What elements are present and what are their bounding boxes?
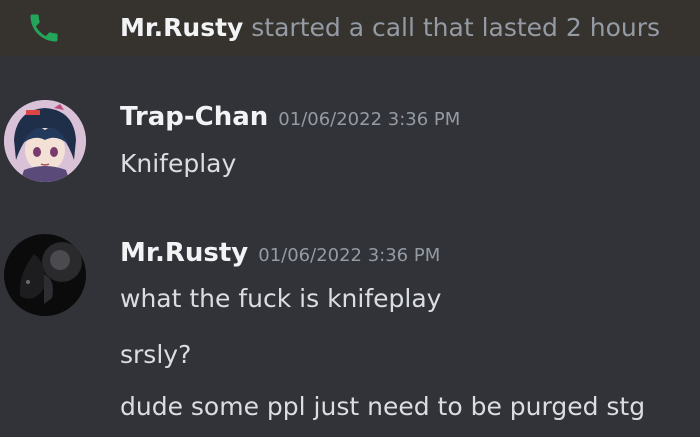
avatar[interactable] (4, 100, 86, 182)
timestamp: 01/06/2022 3:36 PM (278, 109, 461, 130)
message-text: what the fuck is knifeplay (120, 284, 442, 313)
chat-window: Mr.Rusty started a call that lasted 2 ho… (0, 0, 700, 437)
message-group: Trap-Chan 01/06/2022 3:36 PM Knifeplay (0, 56, 700, 206)
message-header: Trap-Chan 01/06/2022 3:36 PM (120, 102, 460, 132)
call-username[interactable]: Mr.Rusty (120, 13, 243, 42)
dark-avatar-image (4, 234, 86, 316)
avatar[interactable] (4, 234, 86, 316)
message-text: dude some ppl just need to be purged stg (120, 392, 646, 421)
username[interactable]: Trap-Chan (120, 102, 268, 132)
username[interactable]: Mr.Rusty (120, 238, 248, 268)
call-description: started a call that lasted 2 hours (243, 13, 661, 42)
message-header: Mr.Rusty 01/06/2022 3:36 PM (120, 238, 440, 268)
phone-icon (30, 14, 58, 42)
call-system-message: Mr.Rusty started a call that lasted 2 ho… (0, 0, 700, 56)
message-group: Mr.Rusty 01/06/2022 3:36 PM what the fuck… (0, 206, 700, 437)
message-text: srsly? (120, 340, 192, 369)
anime-character-avatar-image (4, 100, 86, 182)
call-text: Mr.Rusty started a call that lasted 2 ho… (120, 13, 660, 43)
message-text: Knifeplay (120, 149, 237, 178)
timestamp: 01/06/2022 3:36 PM (258, 245, 441, 266)
